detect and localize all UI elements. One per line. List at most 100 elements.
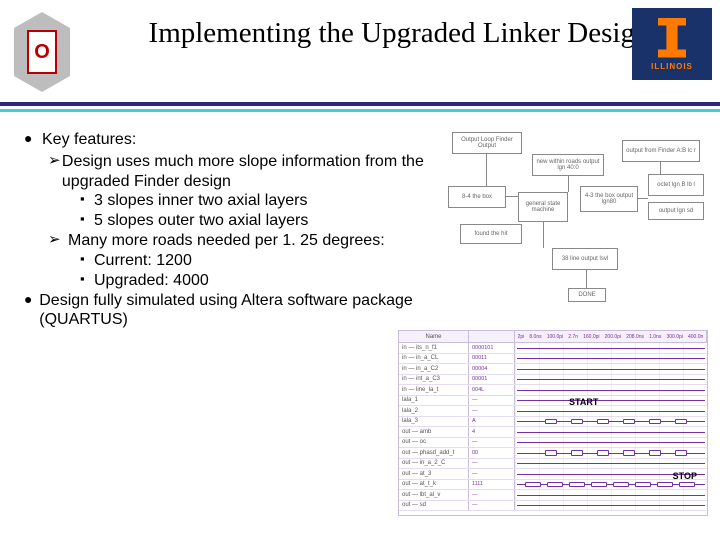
signal-plot — [515, 490, 707, 500]
waveform-header-name: Name — [399, 331, 469, 342]
signal-value: 004L — [469, 385, 515, 395]
signal-name: out — lbt_al_v — [399, 490, 469, 500]
waveform-row: out — sd— — [399, 501, 707, 512]
waveform-row: lala_3A — [399, 417, 707, 428]
signal-value: 00001 — [469, 375, 515, 385]
waveform-row: out — at_t_k1111 — [399, 480, 707, 491]
bullet-design-uses: Design uses much more slope information … — [62, 152, 434, 192]
bullet-square-icon: ▪ — [80, 251, 94, 271]
diagram-box: 4-3 the box output lgn80 — [580, 186, 638, 212]
signal-plot — [515, 375, 707, 385]
signal-value: — — [469, 406, 515, 416]
waveform-row: lala_1— — [399, 396, 707, 407]
signal-plot — [515, 406, 707, 416]
signal-value: A — [469, 417, 515, 427]
bullet-simulated: Design fully simulated using Altera soft… — [39, 291, 434, 331]
osu-letter: O — [27, 30, 57, 74]
waveform-row: in — int_a_C300001 — [399, 375, 707, 386]
diagram-box: general state machine — [518, 192, 568, 222]
signal-value: — — [469, 469, 515, 479]
bullet-square-icon: ▪ — [80, 271, 94, 291]
signal-name: in — int_a_C3 — [399, 375, 469, 385]
tick: 208.0ns — [626, 334, 644, 340]
waveform-row: in — its_n_f10000101 — [399, 343, 707, 354]
diagram-box: Output Loop Finder Output — [452, 132, 522, 154]
signal-value: 4 — [469, 427, 515, 437]
signal-value: — — [469, 501, 515, 511]
signal-name: out — phasd_add_t — [399, 448, 469, 458]
diagram-box: DONE — [568, 288, 606, 302]
signal-name: out — oc — [399, 438, 469, 448]
diagram-box: octet lgn B lb l — [648, 174, 704, 196]
signal-plot — [515, 438, 707, 448]
waveform-row: out — lbt_al_v— — [399, 490, 707, 501]
waveform-row: out — at_3— — [399, 469, 707, 480]
tick: 200.0pi — [605, 334, 621, 340]
signal-value: — — [469, 438, 515, 448]
signal-name: out — in_a_2_C — [399, 459, 469, 469]
bullet-arrow-icon: ➢ — [48, 231, 68, 251]
signal-plot — [515, 385, 707, 395]
signal-name: out — amb — [399, 427, 469, 437]
signal-plot — [515, 459, 707, 469]
signal-plot — [515, 354, 707, 364]
signal-name: in — its_n_f1 — [399, 343, 469, 353]
tick: 400.0n — [688, 334, 703, 340]
tick: 300.0pi — [666, 334, 682, 340]
waveform-row: out — oc— — [399, 438, 707, 449]
bullet-disc-icon: ● — [24, 291, 39, 331]
signal-value: — — [469, 459, 515, 469]
signal-name: lala_2 — [399, 406, 469, 416]
signal-plot — [515, 427, 707, 437]
slide-title: Implementing the Upgraded Linker Design — [78, 8, 720, 51]
bullet-square-icon: ▪ — [80, 191, 94, 211]
waveform-ticks: 2pi 8.0ns 100.0pi 2.7n 160.0pi 200.0pi 2… — [515, 331, 707, 342]
waveform-row: out — in_a_2_C— — [399, 459, 707, 470]
tick: 100.0pi — [547, 334, 563, 340]
tick: 8.0ns — [529, 334, 541, 340]
signal-value: 00004 — [469, 364, 515, 374]
tick: 1.0ns — [649, 334, 661, 340]
signal-plot — [515, 417, 707, 427]
diagram-box: output from Finder A:B lc r — [622, 140, 700, 162]
signal-plot — [515, 364, 707, 374]
signal-name: in — in_a_C2 — [399, 364, 469, 374]
block-diagram: Output Loop Finder Output new within roa… — [448, 132, 708, 312]
signal-plot — [515, 343, 707, 353]
divider-bars — [0, 102, 720, 112]
tick: 2.7n — [568, 334, 578, 340]
signal-plot — [515, 501, 707, 511]
signal-name: in — in_a_CL — [399, 354, 469, 364]
waveform-row: lala_2— — [399, 406, 707, 417]
osu-logo: O — [6, 8, 78, 96]
waveform-row: in — in_a_C200004 — [399, 364, 707, 375]
diagram-box: new within roads output lgn 40:0 — [532, 154, 604, 176]
waveform-header: Name 2pi 8.0ns 100.0pi 2.7n 160.0pi 200.… — [399, 331, 707, 343]
bullet-many-roads: Many more roads needed per 1. 25 degrees… — [68, 231, 385, 251]
bullet-key-features: Key features: — [42, 130, 136, 150]
signal-name: out — at_3 — [399, 469, 469, 479]
stop-label: STOP — [673, 471, 697, 481]
waveform-row: out — amb4 — [399, 427, 707, 438]
signal-name: lala_1 — [399, 396, 469, 406]
diagram-box: 38 line output lsvl — [552, 248, 618, 270]
waveform-header-blank — [469, 331, 515, 342]
illinois-logo: ILLINOIS — [632, 8, 712, 80]
signal-value: 0000101 — [469, 343, 515, 353]
waveform-grid: in — its_n_f10000101in — in_a_CL00011in … — [399, 343, 707, 515]
signal-value: 00 — [469, 448, 515, 458]
signal-name: lala_3 — [399, 417, 469, 427]
diagram-box: found the hit — [460, 224, 522, 244]
waveform-row: in — line_la_t004L — [399, 385, 707, 396]
signal-value: 1111 — [469, 480, 515, 490]
bullet-square-icon: ▪ — [80, 211, 94, 231]
signal-value: — — [469, 396, 515, 406]
illinois-i-icon — [658, 18, 686, 58]
bullet-arrow-icon: ➢ — [48, 152, 62, 192]
signal-plot — [515, 396, 707, 406]
signal-value: — — [469, 490, 515, 500]
diagram-box: 8-4 the box — [448, 186, 506, 208]
tick: 160.0pi — [583, 334, 599, 340]
waveform-viewer: Name 2pi 8.0ns 100.0pi 2.7n 160.0pi 200.… — [398, 330, 708, 516]
signal-name: out — at_t_k — [399, 480, 469, 490]
